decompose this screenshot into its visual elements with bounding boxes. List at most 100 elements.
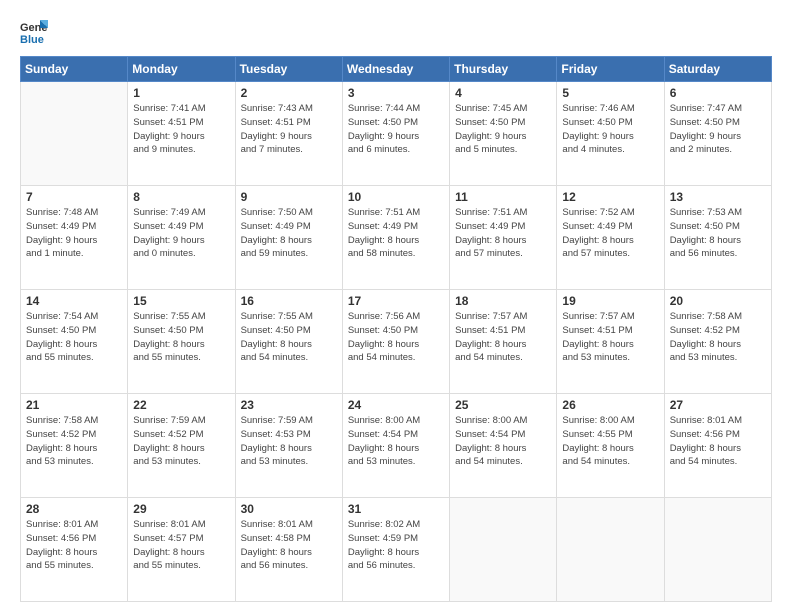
calendar-cell: 16 Sunrise: 7:55 AM Sunset: 4:50 PM Dayli…	[235, 290, 342, 394]
day-info: Sunrise: 7:56 AM Sunset: 4:50 PM Dayligh…	[348, 310, 444, 365]
weekday-header-wednesday: Wednesday	[342, 57, 449, 82]
day-number: 19	[562, 294, 658, 308]
day-number: 21	[26, 398, 122, 412]
header: General Blue	[20, 18, 772, 46]
day-info: Sunrise: 7:43 AM Sunset: 4:51 PM Dayligh…	[241, 102, 337, 157]
calendar-cell: 23 Sunrise: 7:59 AM Sunset: 4:53 PM Dayli…	[235, 394, 342, 498]
day-info: Sunrise: 8:02 AM Sunset: 4:59 PM Dayligh…	[348, 518, 444, 573]
day-number: 27	[670, 398, 766, 412]
calendar-cell: 8 Sunrise: 7:49 AM Sunset: 4:49 PM Daylig…	[128, 186, 235, 290]
day-number: 31	[348, 502, 444, 516]
calendar-cell: 27 Sunrise: 8:01 AM Sunset: 4:56 PM Dayli…	[664, 394, 771, 498]
calendar-cell: 28Sunrise: 8:01 AM Sunset: 4:56 PM Dayli…	[21, 498, 128, 602]
day-info: Sunrise: 7:41 AM Sunset: 4:51 PM Dayligh…	[133, 102, 229, 157]
day-info: Sunrise: 8:00 AM Sunset: 4:54 PM Dayligh…	[455, 414, 551, 469]
calendar-cell: 4 Sunrise: 7:45 AM Sunset: 4:50 PM Daylig…	[450, 82, 557, 186]
calendar-cell	[664, 498, 771, 602]
day-number: 28	[26, 502, 122, 516]
day-info: Sunrise: 8:00 AM Sunset: 4:54 PM Dayligh…	[348, 414, 444, 469]
day-number: 1	[133, 86, 229, 100]
calendar-cell: 14 Sunrise: 7:54 AM Sunset: 4:50 PM Dayli…	[21, 290, 128, 394]
logo: General Blue	[20, 18, 48, 46]
calendar-cell: 11Sunrise: 7:51 AM Sunset: 4:49 PM Dayli…	[450, 186, 557, 290]
day-number: 16	[241, 294, 337, 308]
day-number: 9	[241, 190, 337, 204]
calendar-cell: 15 Sunrise: 7:55 AM Sunset: 4:50 PM Dayli…	[128, 290, 235, 394]
day-number: 8	[133, 190, 229, 204]
day-info: Sunrise: 7:53 AM Sunset: 4:50 PM Dayligh…	[670, 206, 766, 261]
day-info: Sunrise: 8:01 AM Sunset: 4:58 PM Dayligh…	[241, 518, 337, 573]
day-info: Sunrise: 7:58 AM Sunset: 4:52 PM Dayligh…	[26, 414, 122, 469]
calendar-cell: 7Sunrise: 7:48 AM Sunset: 4:49 PM Daylig…	[21, 186, 128, 290]
day-info: Sunrise: 7:55 AM Sunset: 4:50 PM Dayligh…	[133, 310, 229, 365]
day-number: 3	[348, 86, 444, 100]
day-number: 12	[562, 190, 658, 204]
day-info: Sunrise: 7:49 AM Sunset: 4:49 PM Dayligh…	[133, 206, 229, 261]
calendar-cell: 30 Sunrise: 8:01 AM Sunset: 4:58 PM Dayli…	[235, 498, 342, 602]
day-number: 4	[455, 86, 551, 100]
calendar-cell	[450, 498, 557, 602]
calendar-cell: 13 Sunrise: 7:53 AM Sunset: 4:50 PM Dayli…	[664, 186, 771, 290]
calendar-cell: 12 Sunrise: 7:52 AM Sunset: 4:49 PM Dayli…	[557, 186, 664, 290]
calendar-cell: 6 Sunrise: 7:47 AM Sunset: 4:50 PM Daylig…	[664, 82, 771, 186]
logo-icon: General Blue	[20, 18, 48, 46]
weekday-header-sunday: Sunday	[21, 57, 128, 82]
calendar-cell: 5 Sunrise: 7:46 AM Sunset: 4:50 PM Daylig…	[557, 82, 664, 186]
day-info: Sunrise: 7:50 AM Sunset: 4:49 PM Dayligh…	[241, 206, 337, 261]
day-number: 29	[133, 502, 229, 516]
calendar-cell: 17 Sunrise: 7:56 AM Sunset: 4:50 PM Dayli…	[342, 290, 449, 394]
day-number: 14	[26, 294, 122, 308]
svg-text:Blue: Blue	[20, 34, 44, 46]
calendar-cell: 19 Sunrise: 7:57 AM Sunset: 4:51 PM Dayli…	[557, 290, 664, 394]
weekday-header-tuesday: Tuesday	[235, 57, 342, 82]
calendar-cell: 2 Sunrise: 7:43 AM Sunset: 4:51 PM Daylig…	[235, 82, 342, 186]
day-info: Sunrise: 7:51 AM Sunset: 4:49 PM Dayligh…	[348, 206, 444, 261]
day-info: Sunrise: 7:55 AM Sunset: 4:50 PM Dayligh…	[241, 310, 337, 365]
day-info: Sunrise: 7:57 AM Sunset: 4:51 PM Dayligh…	[455, 310, 551, 365]
day-info: Sunrise: 7:46 AM Sunset: 4:50 PM Dayligh…	[562, 102, 658, 157]
day-number: 13	[670, 190, 766, 204]
calendar-cell	[21, 82, 128, 186]
page: General Blue SundayMondayTuesdayWednesda…	[0, 0, 792, 612]
day-number: 25	[455, 398, 551, 412]
calendar-table: SundayMondayTuesdayWednesdayThursdayFrid…	[20, 56, 772, 602]
day-info: Sunrise: 7:57 AM Sunset: 4:51 PM Dayligh…	[562, 310, 658, 365]
day-number: 24	[348, 398, 444, 412]
day-info: Sunrise: 8:01 AM Sunset: 4:57 PM Dayligh…	[133, 518, 229, 573]
day-number: 17	[348, 294, 444, 308]
calendar-cell: 20 Sunrise: 7:58 AM Sunset: 4:52 PM Dayli…	[664, 290, 771, 394]
weekday-header-monday: Monday	[128, 57, 235, 82]
calendar-cell: 18 Sunrise: 7:57 AM Sunset: 4:51 PM Dayli…	[450, 290, 557, 394]
day-number: 15	[133, 294, 229, 308]
calendar-cell: 10 Sunrise: 7:51 AM Sunset: 4:49 PM Dayli…	[342, 186, 449, 290]
day-info: Sunrise: 8:00 AM Sunset: 4:55 PM Dayligh…	[562, 414, 658, 469]
calendar-cell: 31 Sunrise: 8:02 AM Sunset: 4:59 PM Dayli…	[342, 498, 449, 602]
day-info: Sunrise: 8:01 AM Sunset: 4:56 PM Dayligh…	[670, 414, 766, 469]
day-number: 7	[26, 190, 122, 204]
day-number: 11	[455, 190, 551, 204]
day-info: Sunrise: 7:52 AM Sunset: 4:49 PM Dayligh…	[562, 206, 658, 261]
calendar-cell: 24 Sunrise: 8:00 AM Sunset: 4:54 PM Dayli…	[342, 394, 449, 498]
day-number: 20	[670, 294, 766, 308]
day-info: Sunrise: 7:54 AM Sunset: 4:50 PM Dayligh…	[26, 310, 122, 365]
day-number: 23	[241, 398, 337, 412]
day-info: Sunrise: 7:47 AM Sunset: 4:50 PM Dayligh…	[670, 102, 766, 157]
calendar-cell: 1 Sunrise: 7:41 AM Sunset: 4:51 PM Daylig…	[128, 82, 235, 186]
calendar-cell	[557, 498, 664, 602]
weekday-header-saturday: Saturday	[664, 57, 771, 82]
day-number: 30	[241, 502, 337, 516]
day-number: 10	[348, 190, 444, 204]
calendar-cell: 29 Sunrise: 8:01 AM Sunset: 4:57 PM Dayli…	[128, 498, 235, 602]
day-info: Sunrise: 7:59 AM Sunset: 4:53 PM Dayligh…	[241, 414, 337, 469]
calendar-cell: 9 Sunrise: 7:50 AM Sunset: 4:49 PM Daylig…	[235, 186, 342, 290]
day-number: 6	[670, 86, 766, 100]
day-info: Sunrise: 7:58 AM Sunset: 4:52 PM Dayligh…	[670, 310, 766, 365]
calendar-cell: 26Sunrise: 8:00 AM Sunset: 4:55 PM Dayli…	[557, 394, 664, 498]
day-number: 18	[455, 294, 551, 308]
weekday-header-friday: Friday	[557, 57, 664, 82]
calendar-cell: 21 Sunrise: 7:58 AM Sunset: 4:52 PM Dayli…	[21, 394, 128, 498]
calendar-cell: 3Sunrise: 7:44 AM Sunset: 4:50 PM Daylig…	[342, 82, 449, 186]
day-number: 5	[562, 86, 658, 100]
day-info: Sunrise: 7:45 AM Sunset: 4:50 PM Dayligh…	[455, 102, 551, 157]
day-number: 2	[241, 86, 337, 100]
